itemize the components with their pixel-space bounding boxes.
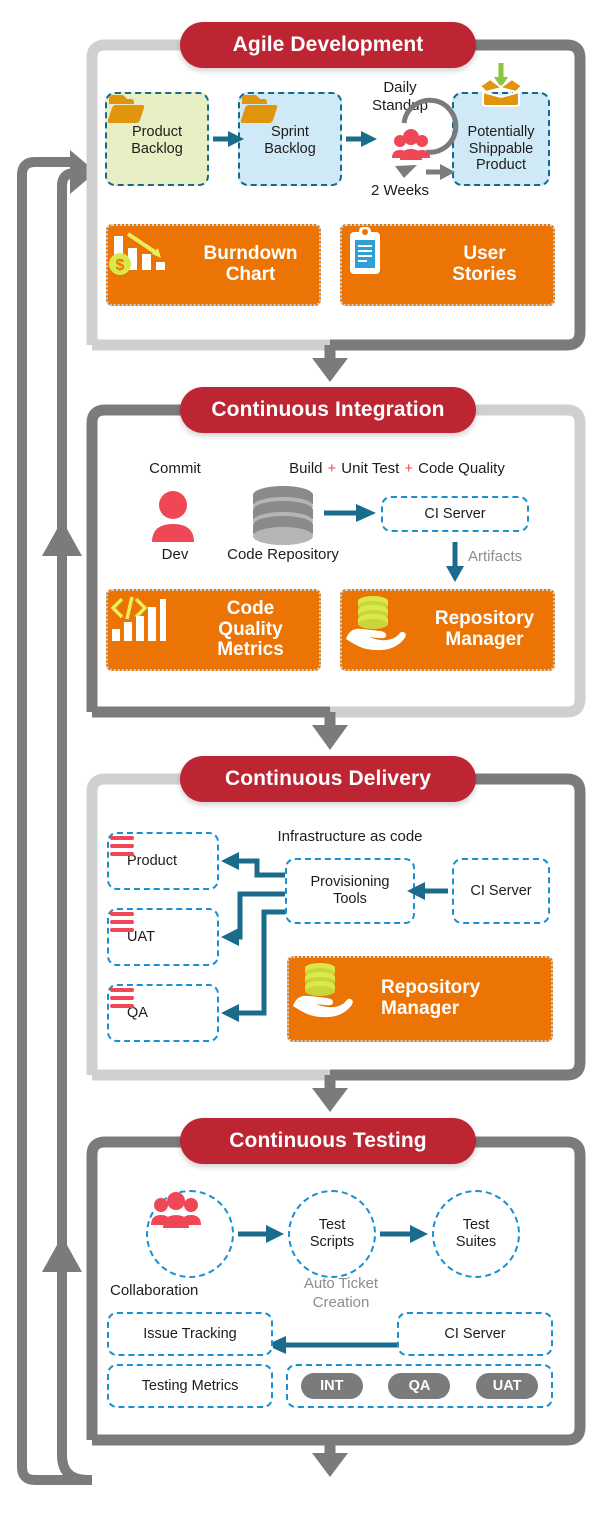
node-label: Product Backlog [131, 124, 183, 157]
label-daily-standup: Daily Standup [372, 79, 428, 114]
outer-feedback-path [17, 157, 92, 1485]
feature-user-stories[interactable]: User Stories [340, 224, 555, 306]
feature-label: Repository Manager [434, 608, 535, 650]
agile-to-ci-arrowhead [312, 358, 348, 382]
section-title-continuous-delivery: Continuous Delivery [180, 756, 476, 802]
circle-label: Test Scripts [309, 1217, 355, 1250]
cd-to-ct-arrowhead [312, 1088, 348, 1112]
plus-sign: + [404, 460, 414, 477]
label-two-weeks: 2 Weeks [370, 182, 430, 199]
node-label: Potentially Shippable Product [467, 123, 535, 174]
circle-label: Test Suites [455, 1217, 497, 1250]
node-ci-server-integration[interactable]: CI Server [381, 496, 529, 532]
node-provisioning-tools[interactable]: Provisioning Tools [285, 858, 415, 924]
dev-person-icon [159, 491, 187, 519]
code-repository-icon [253, 486, 313, 545]
inner-feedback-arrowhead-lower [42, 1236, 82, 1272]
feature-repository-manager-cd[interactable]: Repository Manager [287, 956, 553, 1042]
feature-label: User Stories [452, 243, 517, 285]
devops-pipeline-diagram: Agile Development Product Backlog Sprint… [0, 0, 600, 1519]
label-build-unittest-codequality: Build + Unit Test + Code Quality [247, 460, 547, 477]
env-pill-qa[interactable]: QA [388, 1373, 451, 1399]
label-build: Build [289, 460, 323, 477]
section-title-continuous-testing: Continuous Testing [180, 1118, 476, 1164]
node-label: Provisioning Tools [310, 874, 390, 907]
label-collaboration: Collaboration [110, 1282, 199, 1299]
node-label: Testing Metrics [141, 1377, 239, 1394]
outer-feedback-arrowhead [70, 150, 96, 194]
node-product-backlog[interactable]: Product Backlog [105, 92, 209, 186]
node-label: Sprint Backlog [264, 124, 316, 157]
label-unit-test: Unit Test [341, 460, 400, 477]
label-commit: Commit [149, 460, 201, 477]
label-code-repository: Code Repository [227, 546, 339, 563]
node-issue-tracking[interactable]: Issue Tracking [107, 1312, 273, 1356]
inner-feedback-path [57, 168, 78, 1455]
node-ci-server-testing[interactable]: CI Server [397, 1312, 553, 1356]
env-pill-uat[interactable]: UAT [476, 1373, 539, 1399]
plus-sign: + [327, 460, 337, 477]
feature-label: Repository Manager [381, 977, 481, 1019]
node-env-qa[interactable]: QA [107, 984, 219, 1042]
node-env-product[interactable]: Product [107, 832, 219, 890]
node-label: CI Server [444, 1325, 506, 1342]
label-auto-ticket-creation: Auto Ticket Creation [303, 1275, 379, 1311]
node-testing-metrics[interactable]: Testing Metrics [107, 1364, 273, 1408]
label-infrastructure-as-code: Infrastructure as code [277, 828, 423, 845]
node-label: Issue Tracking [143, 1325, 237, 1342]
feature-label: Code Quality Metrics [217, 597, 284, 661]
circle-test-scripts[interactable]: Test Scripts [288, 1190, 376, 1278]
inner-feedback-arrowhead-upper [42, 520, 82, 556]
feature-burndown-chart[interactable]: $ Burndown Chart [106, 224, 321, 306]
label-code-quality: Code Quality [418, 460, 505, 477]
feature-repository-manager-ci[interactable]: Repository Manager [340, 589, 555, 671]
node-sprint-backlog[interactable]: Sprint Backlog [238, 92, 342, 186]
ci-to-cd-arrowhead [312, 725, 348, 750]
ct-out-arrowhead [312, 1453, 348, 1477]
node-ci-server-delivery[interactable]: CI Server [452, 858, 550, 924]
circle-test-suites[interactable]: Test Suites [432, 1190, 520, 1278]
section-title-continuous-integration: Continuous Integration [180, 387, 476, 433]
feature-code-quality-metrics[interactable]: Code Quality Metrics [106, 589, 321, 671]
feature-label: Burndown Chart [203, 243, 298, 285]
svg-text:$: $ [116, 257, 125, 274]
loop-bottom-corner [57, 1454, 89, 1485]
section-title-agile-development: Agile Development [180, 22, 476, 68]
node-env-uat[interactable]: UAT [107, 908, 219, 966]
environment-pill-group: INT QA UAT [286, 1364, 553, 1408]
env-pill-int[interactable]: INT [300, 1373, 363, 1399]
circle-collaboration[interactable] [146, 1190, 234, 1278]
open-box-icon [472, 62, 530, 110]
label-artifacts: Artifacts [468, 548, 523, 565]
node-label: CI Server [470, 882, 532, 899]
node-label: CI Server [424, 505, 486, 522]
